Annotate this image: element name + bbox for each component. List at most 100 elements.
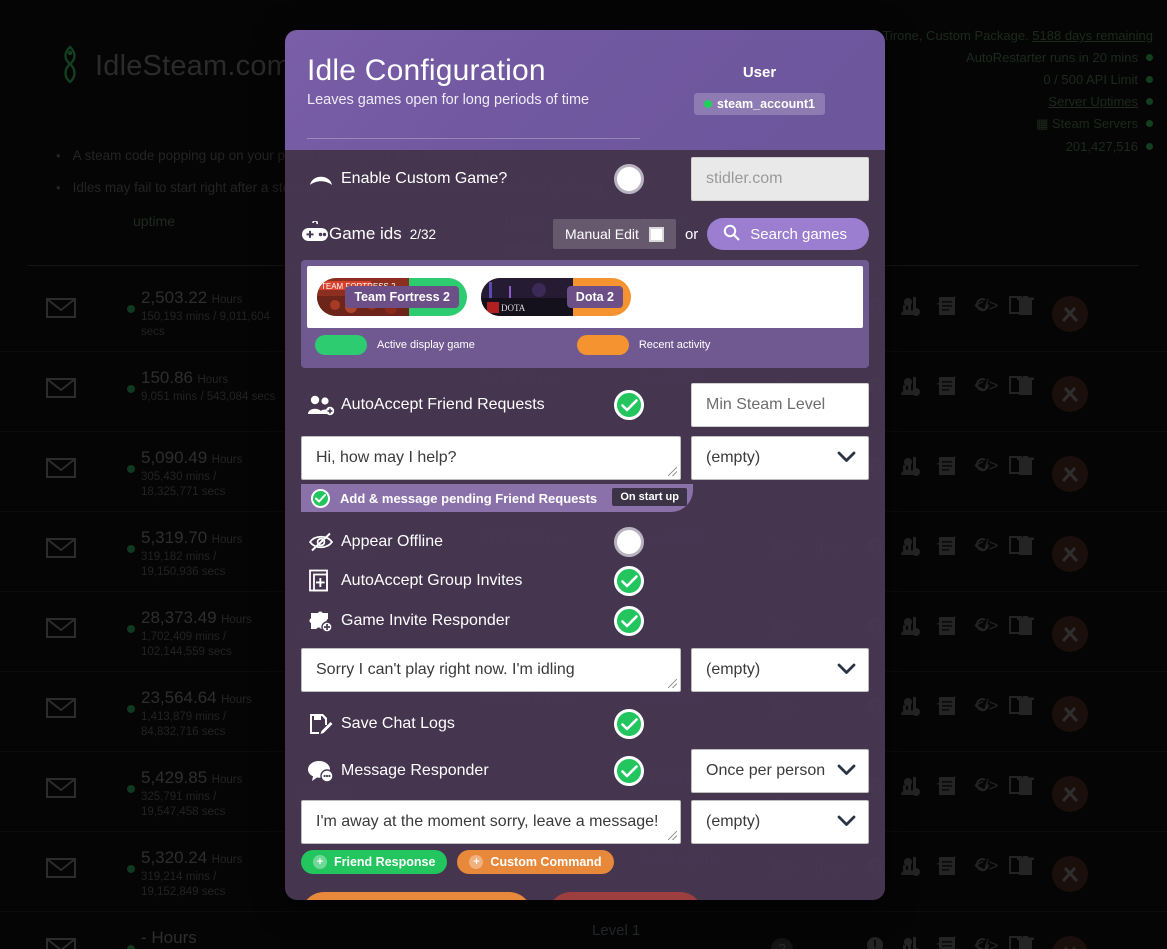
pending-checkbox[interactable] <box>311 488 330 508</box>
min-steam-level-input[interactable]: Min Steam Level <box>691 383 869 427</box>
add-user-icon[interactable] <box>900 296 920 332</box>
custom-game-input[interactable]: stidler.com <box>691 157 869 201</box>
code-icon[interactable]: </> <box>974 696 999 732</box>
user-chip[interactable]: steam_account1 <box>694 93 825 115</box>
row-manage-icons: </> <box>900 536 1088 572</box>
code-icon[interactable]: </> <box>974 376 999 412</box>
add-user-icon[interactable] <box>900 776 920 812</box>
document-icon[interactable] <box>938 616 956 652</box>
document-icon[interactable] <box>938 856 956 892</box>
uptime-cell: 5,429.85 Hours 325,791 mins / 19,547,458 … <box>141 768 276 820</box>
delete-icon[interactable] <box>1016 936 1034 949</box>
tools-icon[interactable] <box>1051 456 1088 492</box>
document-icon[interactable] <box>938 936 956 949</box>
help-icon[interactable]: ? <box>771 938 793 949</box>
pending-friend-requests-bar[interactable]: Add & message pending Friend Requests On… <box>301 484 693 512</box>
code-icon[interactable]: </> <box>974 296 999 332</box>
save-chat-logs-toggle[interactable] <box>614 709 644 739</box>
appear-offline-toggle-slot <box>579 527 679 557</box>
message-responder-message[interactable]: I'm away at the moment sorry, leave a me… <box>301 800 681 844</box>
message-responder-mode-select[interactable]: Once per person <box>691 749 869 793</box>
status-server-uptimes[interactable]: Server Uptimes <box>882 94 1153 109</box>
add-user-icon[interactable] <box>900 536 920 572</box>
delete-icon[interactable] <box>1016 456 1034 492</box>
on-start-up-badge[interactable]: On start up <box>612 488 687 506</box>
mail-icon[interactable] <box>46 778 76 803</box>
tools-icon[interactable] <box>1051 696 1088 732</box>
manual-edit-toggle[interactable]: Manual Edit <box>553 219 676 249</box>
tools-icon[interactable] <box>1051 856 1088 892</box>
stop-idle-button[interactable]: Stop Idle <box>547 892 703 900</box>
appear-offline-toggle[interactable] <box>614 527 644 557</box>
code-icon[interactable]: </> <box>974 936 999 949</box>
game-invite-message[interactable]: Sorry I can't play right now. I'm idling <box>301 648 681 692</box>
delete-icon[interactable] <box>1016 856 1034 892</box>
friend-requests-toggle[interactable] <box>614 390 644 420</box>
mail-icon[interactable] <box>46 458 76 483</box>
mail-icon[interactable] <box>46 858 76 883</box>
delete-icon[interactable] <box>1016 616 1034 652</box>
delete-icon[interactable] <box>1016 376 1034 412</box>
mail-icon[interactable] <box>46 538 76 563</box>
document-icon[interactable] <box>938 296 956 332</box>
delete-icon[interactable] <box>1016 696 1034 732</box>
mail-icon[interactable] <box>46 618 76 643</box>
row-enable-custom-game: Enable Custom Game? stidler.com <box>301 150 869 208</box>
add-user-icon[interactable] <box>900 936 920 949</box>
days-remaining[interactable]: 5188 days remaining <box>1032 28 1153 43</box>
update-live-config-button[interactable]: Update Live Config <box>301 892 532 900</box>
enable-custom-game-toggle[interactable] <box>614 164 644 194</box>
manual-edit-checkbox[interactable] <box>648 226 664 242</box>
mail-icon[interactable] <box>46 698 76 723</box>
code-icon[interactable]: </> <box>974 856 999 892</box>
tools-icon[interactable] <box>1051 296 1088 332</box>
document-icon[interactable] <box>938 536 956 572</box>
friend-response-message[interactable]: Hi, how may I help? <box>301 436 681 480</box>
mail-icon[interactable] <box>46 298 76 323</box>
game-tile[interactable]: TEAM FORTRESS 2 Team Fortress 2 <box>317 278 467 316</box>
tools-icon[interactable] <box>1051 616 1088 652</box>
search-games-button[interactable]: Search games <box>707 218 869 250</box>
info-icon[interactable] <box>866 936 884 949</box>
document-icon[interactable] <box>938 376 956 412</box>
tools-icon[interactable] <box>1051 776 1088 812</box>
mail-icon[interactable] <box>46 378 76 403</box>
document-icon[interactable] <box>938 776 956 812</box>
code-icon[interactable]: </> <box>974 456 999 492</box>
game-art-dota-2: DOTA <box>481 278 573 316</box>
add-user-icon[interactable] <box>900 616 920 652</box>
game-invite-select[interactable]: (empty) <box>691 648 869 692</box>
add-user-icon[interactable] <box>900 376 920 412</box>
account-row[interactable]: - Hours ? </> <box>0 912 1167 949</box>
uptime-hours: 5,320.24 <box>141 848 208 867</box>
code-icon[interactable]: </> <box>974 776 999 812</box>
message-responder-mode-slot: Once per person <box>679 749 869 793</box>
document-icon[interactable] <box>938 456 956 492</box>
tools-icon[interactable] <box>1051 536 1088 572</box>
mail-icon[interactable] <box>46 938 76 949</box>
add-user-icon[interactable] <box>900 696 920 732</box>
uptime-unit: Hours <box>221 694 252 706</box>
message-responder-select[interactable]: (empty) <box>691 800 869 844</box>
tools-icon[interactable] <box>1051 936 1088 949</box>
group-invites-toggle[interactable] <box>614 566 644 596</box>
add-friend-response-button[interactable]: + Friend Response <box>301 850 448 874</box>
delete-icon[interactable] <box>1016 776 1034 812</box>
eye-off-icon <box>301 532 341 552</box>
uptime-cell: 150.86 Hours 9,051 mins / 543,084 secs <box>141 368 276 405</box>
add-user-icon[interactable] <box>900 456 920 492</box>
legend-swatch-active <box>315 335 367 355</box>
add-user-icon[interactable] <box>900 856 920 892</box>
delete-icon[interactable] <box>1016 296 1034 332</box>
document-icon[interactable] <box>938 696 956 732</box>
code-icon[interactable]: </> <box>974 616 999 652</box>
code-icon[interactable]: </> <box>974 536 999 572</box>
add-custom-command-button[interactable]: + Custom Command <box>457 850 614 874</box>
game-tile[interactable]: DOTA Dota 2 <box>481 278 631 316</box>
delete-icon[interactable] <box>1016 536 1034 572</box>
online-dot-icon <box>127 385 135 393</box>
tools-icon[interactable] <box>1051 376 1088 412</box>
message-responder-toggle[interactable] <box>614 756 644 786</box>
game-invite-toggle[interactable] <box>614 606 644 636</box>
friend-requests-select[interactable]: (empty) <box>691 436 869 480</box>
